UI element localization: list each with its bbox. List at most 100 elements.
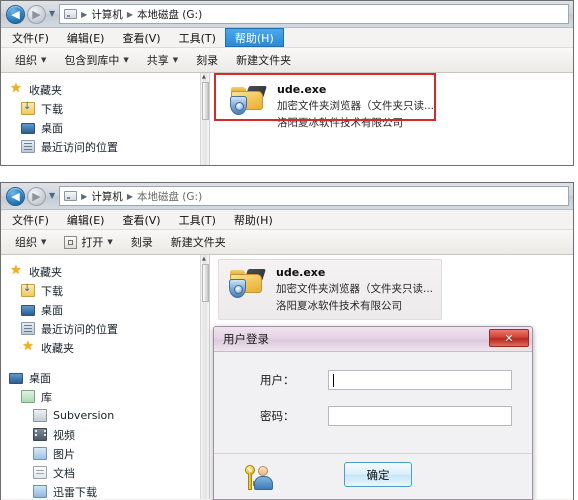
file-company: 洛阳夏冰软件技术有限公司 [277, 117, 403, 129]
nav-item-thunder-download[interactable]: 迅雷下载 [9, 482, 200, 499]
menu-file[interactable]: 文件(F) [3, 210, 58, 229]
menu-tools[interactable]: 工具(T) [170, 28, 225, 47]
star-icon: ★ [22, 339, 34, 354]
address-bar-bottom: ◀ ▶ ▼ ▶ 计算机 ▶ 本地磁盘 (G:) [1, 183, 573, 210]
file-name: ude.exe [276, 266, 326, 279]
text-caret [333, 373, 334, 387]
toolbar-open[interactable]: 打开 ▼ [56, 232, 120, 252]
nav-item-label: Subversion [53, 409, 115, 422]
toolbar-new-folder[interactable]: 新建文件夹 [228, 50, 299, 70]
chevron-down-icon: ▼ [41, 238, 47, 246]
menu-help[interactable]: 帮助(H) [225, 210, 282, 229]
nav-item-favorites-2[interactable]: ★ 收藏夹 [9, 338, 200, 357]
menu-edit[interactable]: 编辑(E) [58, 210, 114, 229]
nav-item-favorites[interactable]: ★ 收藏夹 [9, 262, 200, 281]
nav-item-downloads[interactable]: 下载 [9, 99, 200, 118]
recent-pages-dropdown-icon[interactable]: ▼ [49, 10, 55, 18]
recent-pages-dropdown-icon[interactable]: ▼ [49, 192, 55, 200]
file-description: 加密文件夹浏览器（文件夹只读... [276, 283, 434, 295]
nav-item-downloads[interactable]: 下载 [9, 281, 200, 300]
username-label: 用户： [260, 373, 295, 387]
back-button[interactable]: ◀ [6, 186, 25, 206]
nav-item-favorites[interactable]: ★ 收藏夹 [9, 80, 200, 99]
toolbar-include-in-library[interactable]: 包含到库中 ▼ [56, 50, 136, 70]
nav-item-desktop[interactable]: 桌面 [9, 300, 200, 319]
nav-item-videos[interactable]: 视频 [9, 425, 200, 444]
thunder-download-icon [33, 485, 47, 498]
breadcrumb-local-disk[interactable]: 本地磁盘 (G:) [137, 189, 202, 204]
menu-view[interactable]: 查看(V) [113, 28, 169, 47]
forward-button[interactable]: ▶ [27, 4, 46, 24]
chevron-down-icon: ▼ [172, 56, 179, 64]
toolbar-burn[interactable]: 刻录 [188, 50, 226, 70]
nav-item-recent-places[interactable]: 最近访问的位置 [9, 137, 200, 156]
address-field-bottom[interactable]: ▶ 计算机 ▶ 本地磁盘 (G:) [59, 186, 569, 206]
toolbar-share[interactable]: 共享 ▼ [139, 50, 186, 70]
nav-item-pictures[interactable]: 图片 [9, 444, 200, 463]
navigation-pane-bottom: ★ 收藏夹 下载 桌面 最近访问的位置 ★ 收藏夹 桌面 [1, 255, 201, 499]
file-item-ude-exe[interactable]: ude.exe 加密文件夹浏览器（文件夹只读... 洛阳夏冰软件技术有限公司 [220, 77, 442, 136]
chevron-down-icon: ▼ [107, 238, 113, 246]
file-description: 加密文件夹浏览器（文件夹只读... [277, 100, 435, 112]
nav-item-label: 桌面 [29, 371, 51, 385]
toolbar-bottom: 组织 ▼ 打开 ▼ 刻录 新建文件夹 [1, 230, 573, 255]
nav-item-label: 收藏夹 [41, 341, 74, 355]
back-button[interactable]: ◀ [6, 4, 25, 24]
recent-places-icon [21, 322, 35, 335]
file-company: 洛阳夏冰软件技术有限公司 [276, 300, 402, 312]
desktop-icon [21, 304, 35, 316]
download-icon [21, 283, 35, 297]
explorer-window-top: ◀ ▶ ▼ ▶ 计算机 ▶ 本地磁盘 (G:) 文件(F) 编辑(E) 查看(V… [0, 0, 574, 166]
key-user-icon [244, 462, 276, 492]
open-file-icon [64, 235, 78, 249]
toolbar-new-folder[interactable]: 新建文件夹 [163, 232, 234, 252]
breadcrumb-separator: ▶ [81, 191, 88, 201]
password-row: 密码： [230, 406, 516, 426]
toolbar-burn-label: 刻录 [196, 54, 219, 67]
file-item-ude-exe[interactable]: ude.exe 加密文件夹浏览器（文件夹只读... 洛阳夏冰软件技术有限公司 [218, 259, 443, 320]
breadcrumb-local-disk[interactable]: 本地磁盘 (G:) [137, 7, 202, 22]
dialog-footer: 确定 [214, 454, 532, 499]
nav-item-label: 下载 [41, 284, 63, 298]
address-field-top[interactable]: ▶ 计算机 ▶ 本地磁盘 (G:) [59, 4, 569, 24]
nav-item-desktop[interactable]: 桌面 [9, 118, 200, 137]
toolbar-organize[interactable]: 组织 ▼ [7, 50, 54, 70]
breadcrumb-computer[interactable]: 计算机 [91, 7, 123, 22]
dialog-title-bar[interactable]: 用户登录 ✕ [214, 327, 532, 352]
library-icon [21, 390, 35, 403]
address-bar-top: ◀ ▶ ▼ ▶ 计算机 ▶ 本地磁盘 (G:) [1, 1, 573, 28]
menu-file[interactable]: 文件(F) [3, 28, 58, 47]
toolbar-share-label: 共享 [146, 54, 169, 67]
download-icon [21, 101, 35, 115]
breadcrumb-computer[interactable]: 计算机 [91, 189, 123, 204]
ok-button[interactable]: 确定 [344, 462, 412, 487]
nav-item-recent-places[interactable]: 最近访问的位置 [9, 319, 200, 338]
breadcrumb-separator: ▶ [81, 9, 88, 19]
close-icon[interactable]: ✕ [489, 329, 529, 347]
username-row: 用户： [230, 370, 516, 390]
toolbar-organize-label: 组织 [15, 54, 37, 67]
nav-item-libraries[interactable]: 库 [9, 387, 200, 406]
menu-view[interactable]: 查看(V) [113, 210, 169, 229]
password-label: 密码： [260, 409, 295, 423]
menu-help[interactable]: 帮助(H) [224, 28, 284, 47]
scrollbar-thumb[interactable] [202, 264, 209, 302]
nav-item-subversion[interactable]: Subversion [9, 406, 200, 425]
nav-item-documents[interactable]: 文档 [9, 463, 200, 482]
vertical-scrollbar-bottom[interactable] [201, 255, 210, 499]
nav-item-label: 收藏夹 [29, 83, 62, 97]
nav-item-desktop-root[interactable]: 桌面 [9, 368, 200, 387]
password-input[interactable] [328, 406, 512, 426]
username-input[interactable] [328, 370, 512, 390]
window-body-top: ★ 收藏夹 下载 桌面 最近访问的位置 [1, 73, 573, 165]
file-name: ude.exe [277, 83, 327, 96]
scrollbar-thumb[interactable] [202, 82, 209, 120]
toolbar-organize[interactable]: 组织 ▼ [7, 232, 54, 252]
toolbar-burn[interactable]: 刻录 [123, 232, 161, 252]
forward-button[interactable]: ▶ [27, 186, 46, 206]
nav-item-label: 文档 [53, 466, 75, 480]
nav-item-label: 图片 [53, 447, 75, 461]
menu-tools[interactable]: 工具(T) [170, 210, 225, 229]
menu-edit[interactable]: 编辑(E) [58, 28, 114, 47]
vertical-scrollbar-top[interactable] [201, 73, 210, 165]
